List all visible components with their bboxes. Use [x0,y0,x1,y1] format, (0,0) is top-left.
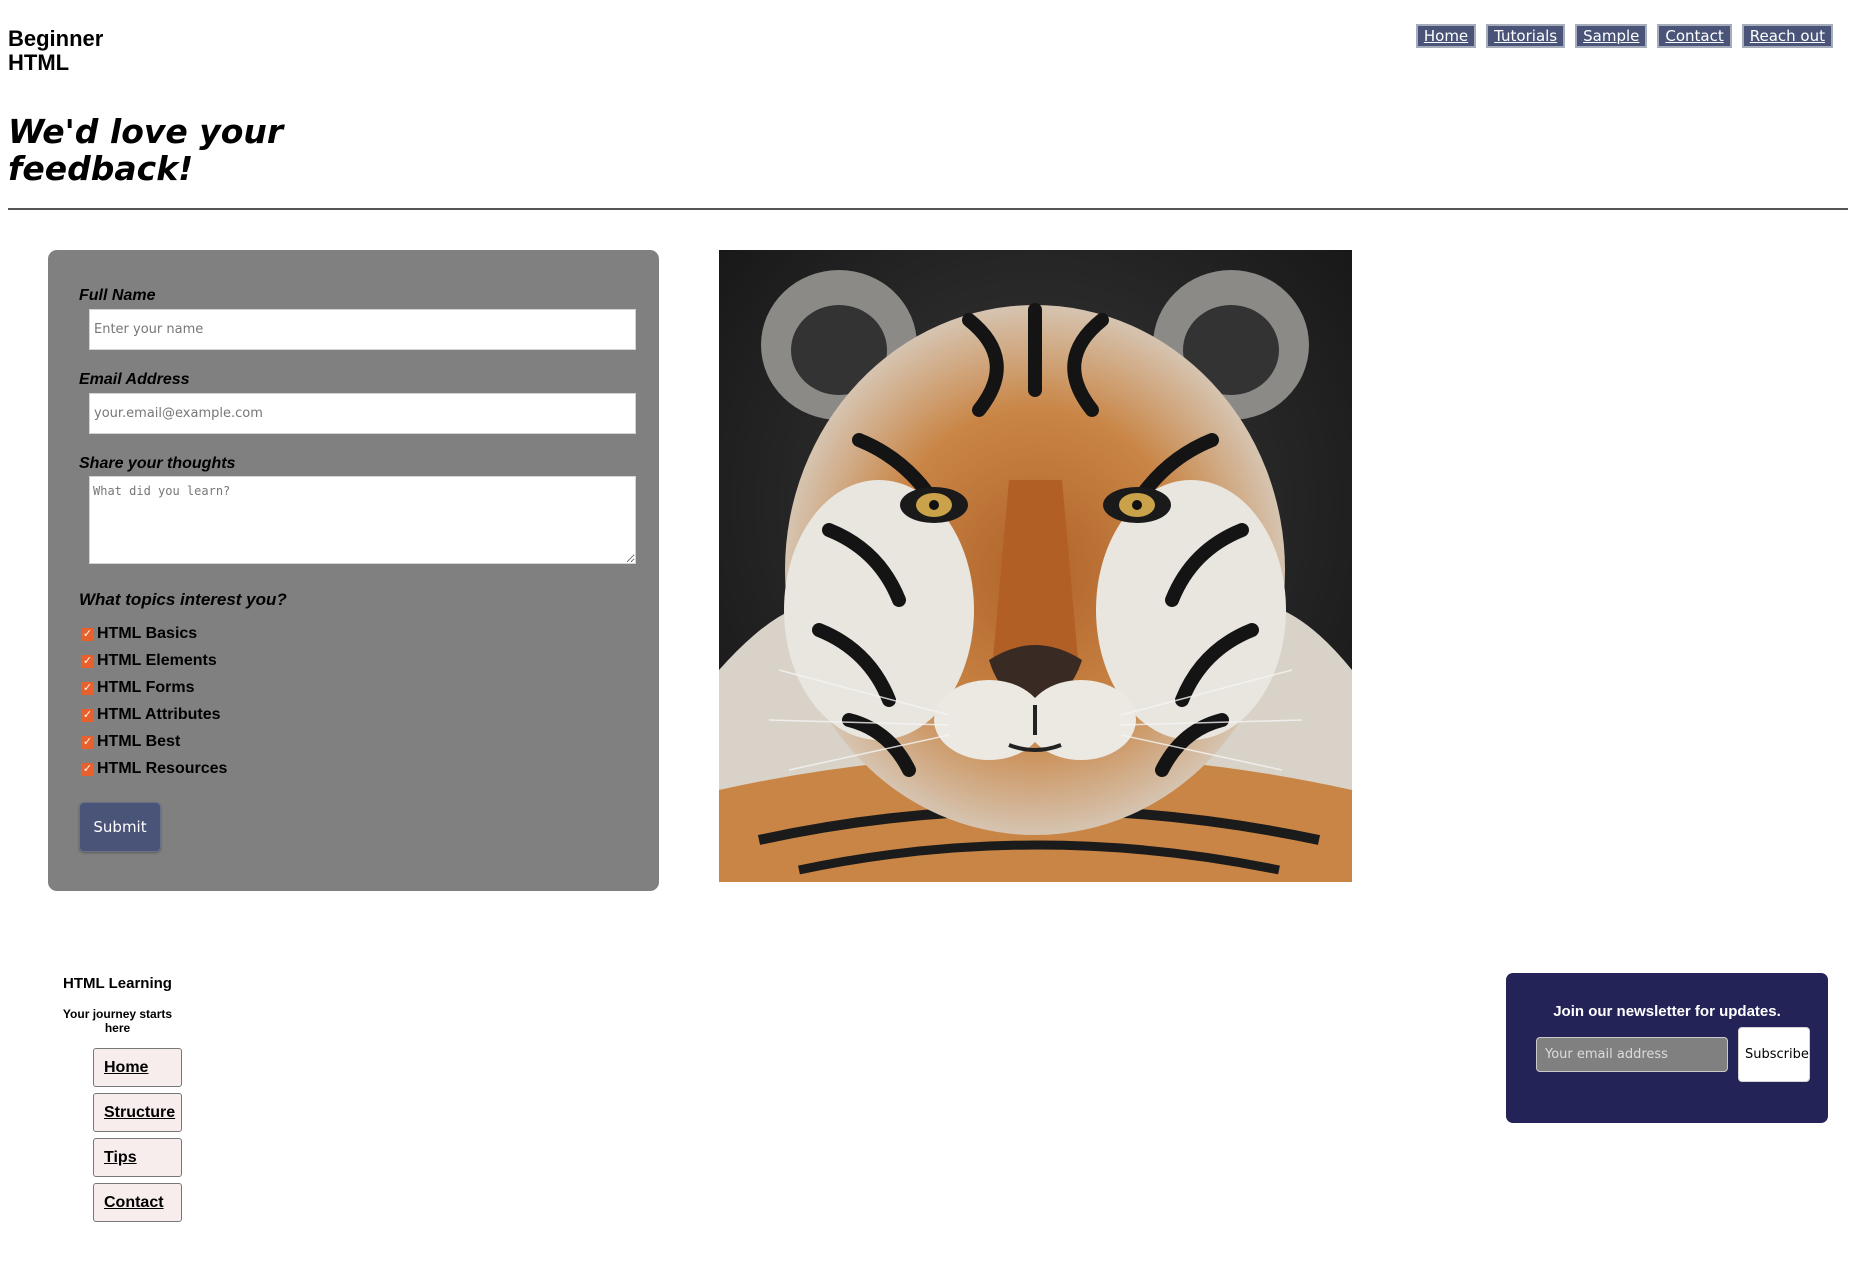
checkbox-checked-icon[interactable]: ✓ [81,654,94,668]
footer-tagline: Your journey starts here [62,1007,173,1035]
full-name-label: Full Name [79,287,156,304]
checkbox-checked-icon[interactable]: ✓ [81,627,94,641]
topic-label: HTML Basics [97,625,198,642]
nav-link-contact[interactable]: Contact [1657,24,1732,48]
topic-html-forms[interactable]: ✓ HTML Forms [81,679,194,697]
nav-link-home[interactable]: Home [1415,24,1477,48]
site-title: Beginner HTML [8,26,104,75]
newsletter-card: Join our newsletter for updates. Subscri… [1506,973,1828,1123]
full-name-input[interactable] [89,309,636,350]
tiger-image [719,250,1352,882]
newsletter-heading: Join our newsletter for updates. [1553,1003,1781,1020]
checkbox-checked-icon[interactable]: ✓ [81,735,94,749]
feedback-form: Full Name Email Address Share your thoug… [48,250,659,891]
header-divider [8,208,1848,210]
submit-button[interactable]: Submit [79,802,161,852]
email-input[interactable] [89,393,636,434]
topic-html-best[interactable]: ✓ HTML Best [81,733,180,751]
thoughts-label: Share your thoughts [79,455,236,472]
topic-html-basics[interactable]: ✓ HTML Basics [81,625,197,643]
checkbox-checked-icon[interactable]: ✓ [81,708,94,722]
topic-label: HTML Attributes [97,706,221,723]
topic-html-resources[interactable]: ✓ HTML Resources [81,760,227,778]
email-label: Email Address [79,371,190,388]
nav-link-sample[interactable]: Sample [1575,24,1648,48]
topic-label: HTML Resources [97,760,228,777]
top-nav: Home Tutorials Sample Contact Reach out [1415,24,1833,48]
topic-label: HTML Best [97,733,181,750]
nav-link-reach-out[interactable]: Reach out [1741,24,1833,48]
topic-html-attributes[interactable]: ✓ HTML Attributes [81,706,221,724]
topics-title: What topics interest you? [79,590,287,609]
footer-link-structure[interactable]: Structure [93,1093,182,1132]
thoughts-textarea[interactable] [89,476,636,564]
footer-link-tips[interactable]: Tips [93,1138,182,1177]
checkbox-checked-icon[interactable]: ✓ [81,762,94,776]
checkbox-checked-icon[interactable]: ✓ [81,681,94,695]
nav-link-tutorials[interactable]: Tutorials [1486,24,1566,48]
newsletter-email-input[interactable] [1536,1037,1728,1072]
tiger-photo [719,250,1352,882]
page-heading: We'd love your feedback! [8,112,284,188]
subscribe-button[interactable]: Subscribe [1738,1027,1810,1082]
topic-label: HTML Elements [97,652,217,669]
footer-brand: HTML Learning [63,975,172,992]
topic-label: HTML Forms [97,679,195,696]
footer-link-home[interactable]: Home [93,1048,182,1087]
topic-html-elements[interactable]: ✓ HTML Elements [81,652,217,670]
footer-link-contact[interactable]: Contact [93,1183,182,1222]
